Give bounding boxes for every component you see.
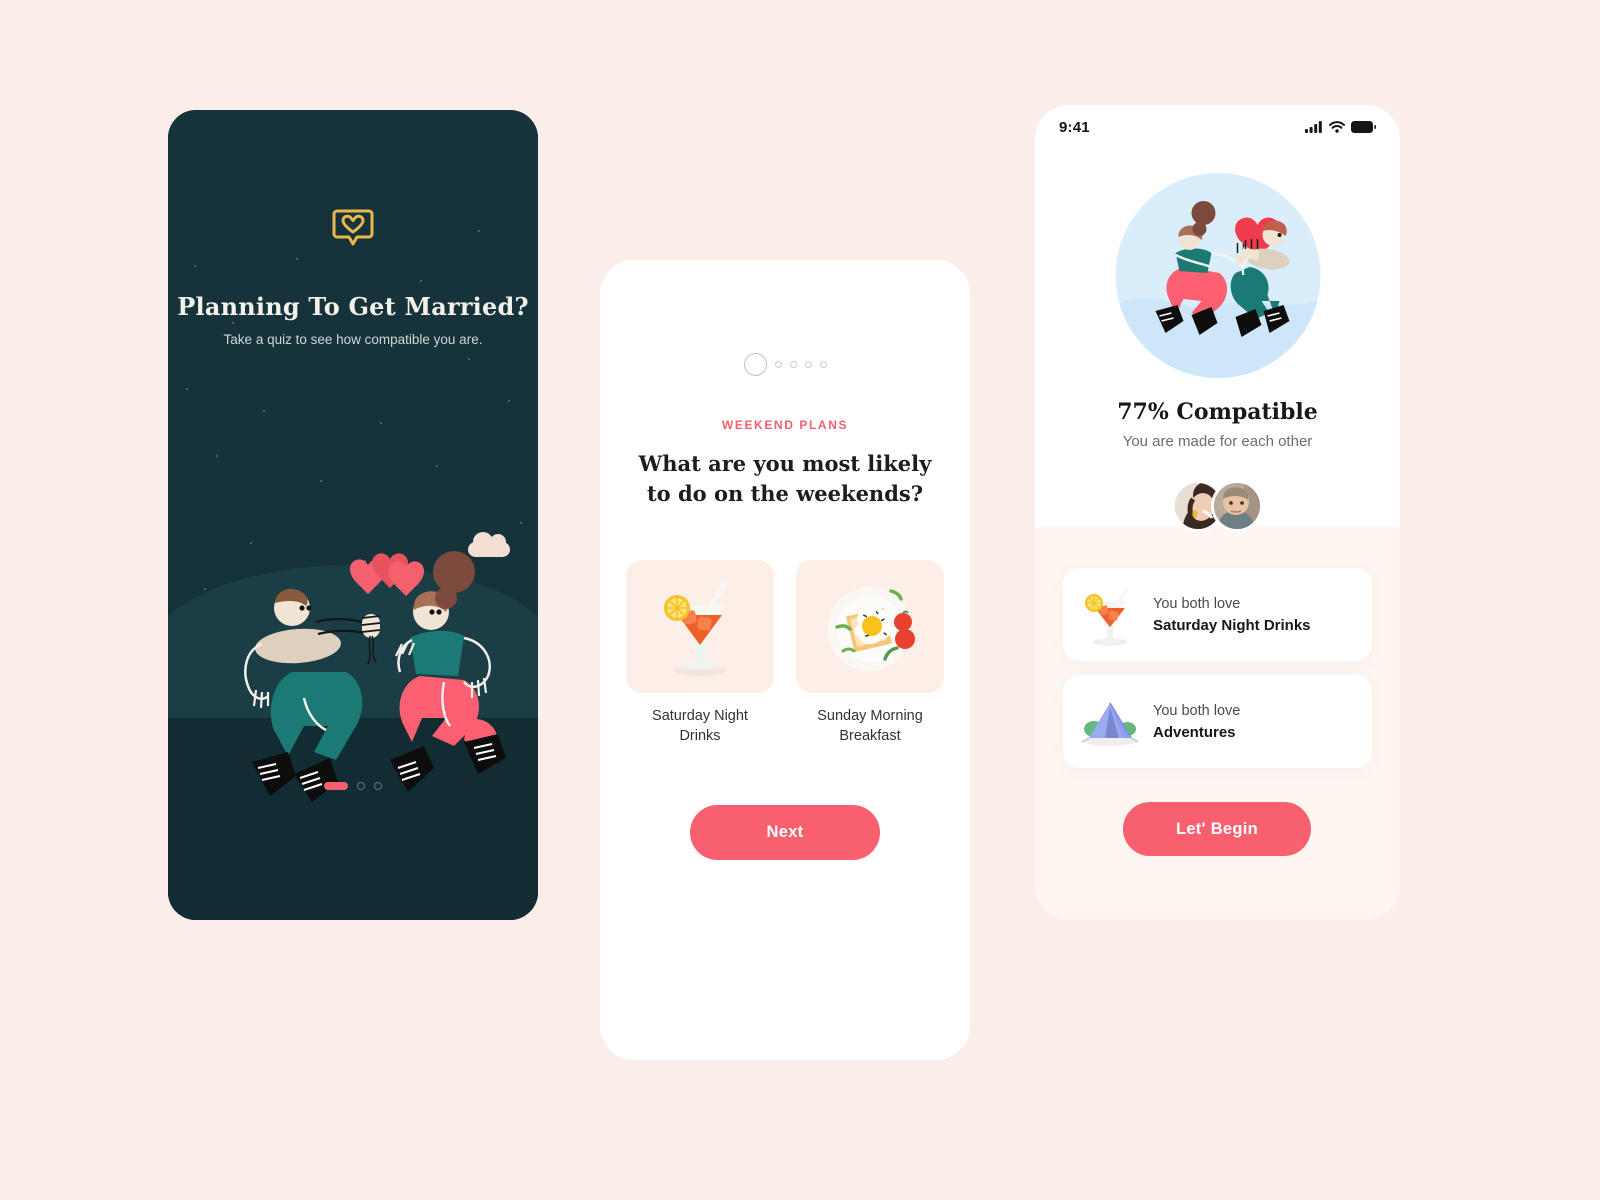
quiz-option-tile[interactable]	[796, 560, 944, 693]
cocktail-drink-icon	[664, 582, 727, 676]
match-card-title: Saturday Night Drinks	[1153, 616, 1311, 634]
quiz-options: Saturday Night Drinks Sunday Morning Bre…	[626, 560, 944, 746]
quiz-question: What are you most likely to do on the we…	[634, 449, 936, 509]
status-bar-time: 9:41	[1059, 118, 1090, 136]
match-card-text: You both love Adventures	[1153, 703, 1240, 741]
quiz-option-label: Saturday Night Drinks	[626, 706, 774, 746]
quiz-question-line1: What are you most likely	[638, 451, 932, 476]
wifi-icon	[1329, 121, 1345, 133]
option-label-line1: Sunday Morning	[817, 708, 923, 724]
egg-toast-breakfast-icon	[828, 586, 915, 671]
quiz-category-label: WEEKEND PLANS	[721, 418, 849, 432]
quiz-option-drinks[interactable]: Saturday Night Drinks	[626, 560, 774, 746]
match-card-title: Adventures	[1153, 723, 1236, 741]
option-label-line2: Breakfast	[839, 728, 901, 744]
progress-step[interactable]	[774, 361, 782, 368]
compatibility-score: 77% Compatible	[1117, 399, 1318, 425]
quiz-option-breakfast[interactable]: Sunday Morning Breakfast	[796, 560, 944, 746]
avatar[interactable]	[1211, 480, 1263, 532]
result-screen: 9:41 77% Compatible You are made for eac…	[1035, 105, 1400, 920]
cellular-signal-icon	[1305, 121, 1322, 133]
quiz-progress-indicator	[600, 353, 970, 376]
couple-illustration	[196, 530, 511, 820]
status-bar-icons	[1305, 121, 1376, 133]
pagination-dots[interactable]	[168, 782, 538, 790]
quiz-screen: WEEKEND PLANS What are you most likely t…	[600, 260, 970, 1060]
match-card-top-text: You both love	[1153, 595, 1241, 612]
progress-step[interactable]	[804, 361, 812, 368]
pagination-dot[interactable]	[357, 782, 365, 790]
battery-icon	[1351, 121, 1376, 133]
status-bar: 9:41	[1035, 105, 1400, 149]
option-label-line1: Saturday Night	[652, 708, 748, 724]
cocktail-drink-icon	[1077, 582, 1143, 648]
page-subtitle: Take a quiz to see how compatible you ar…	[223, 332, 483, 347]
quiz-question-line2: to do on the weekends?	[646, 480, 924, 506]
page-title: Planning To Get Married?	[177, 292, 529, 321]
progress-step[interactable]	[819, 361, 827, 368]
compatibility-tagline: You are made for each other	[1122, 433, 1313, 450]
pagination-dot[interactable]	[374, 782, 382, 790]
couple-holding-heart-icon	[1115, 173, 1320, 378]
camping-tent-icon	[1077, 689, 1143, 755]
matched-avatars	[1035, 480, 1400, 532]
onboarding-screen: Planning To Get Married? Take a quiz to …	[168, 110, 538, 920]
quiz-option-label: Sunday Morning Breakfast	[796, 706, 944, 746]
match-card-top-text: You both love	[1153, 702, 1241, 719]
match-card-text: You both love Saturday Night Drinks	[1153, 596, 1311, 634]
match-card-drinks[interactable]: You both love Saturday Night Drinks	[1063, 568, 1372, 661]
pagination-dot-active[interactable]	[324, 782, 348, 790]
match-card-adventures[interactable]: You both love Adventures	[1063, 675, 1372, 768]
heart-speech-bubble-icon	[331, 206, 375, 250]
lets-begin-button[interactable]: Let' Begin	[1123, 802, 1311, 856]
progress-step[interactable]	[789, 361, 797, 368]
quiz-option-tile[interactable]	[626, 560, 774, 693]
screenshot-canvas: Planning To Get Married? Take a quiz to …	[0, 0, 1600, 1200]
option-label-line2: Drinks	[679, 728, 721, 744]
progress-step-current[interactable]	[743, 353, 767, 376]
next-button[interactable]: Next	[690, 805, 880, 860]
